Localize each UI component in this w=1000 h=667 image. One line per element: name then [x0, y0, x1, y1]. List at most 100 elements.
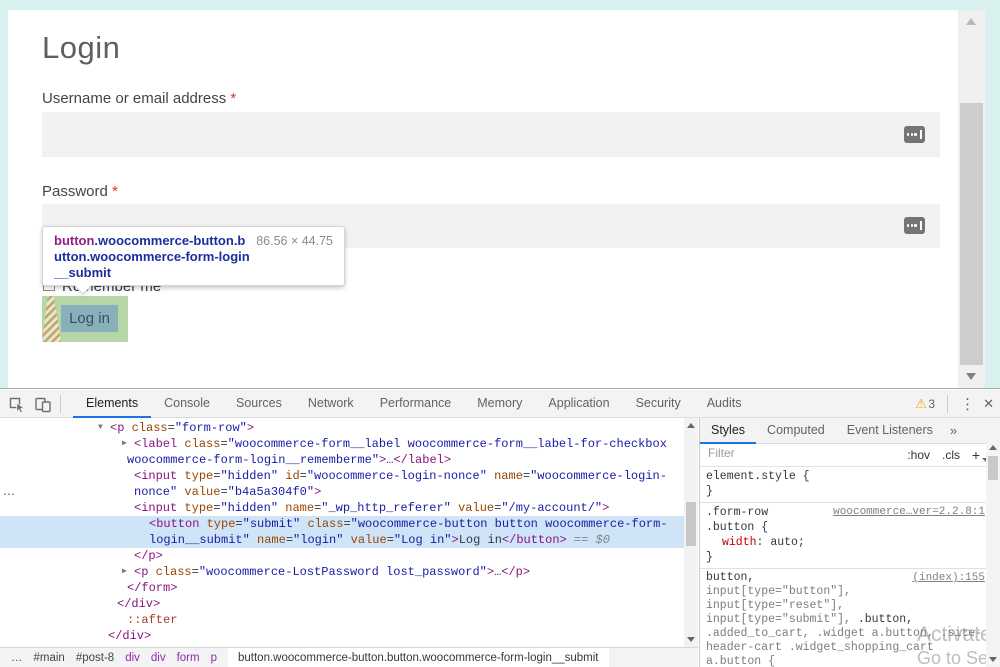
node-menu-ellipsis[interactable]: ⋯	[3, 487, 14, 503]
tab-application[interactable]: Application	[535, 390, 622, 418]
tab-audits[interactable]: Audits	[694, 390, 755, 418]
style-rule-line[interactable]: a.button {	[700, 655, 987, 667]
warning-badge[interactable]: ⚠ 3	[915, 395, 935, 413]
tab-computed[interactable]: Computed	[756, 418, 836, 444]
style-rule-line[interactable]: }	[700, 550, 987, 565]
tab-styles[interactable]: Styles	[700, 418, 756, 444]
tab-memory[interactable]: Memory	[464, 390, 535, 418]
dom-node-line[interactable]: </p>	[0, 548, 684, 564]
style-rule: element.style {}	[700, 467, 987, 503]
style-token: .button,	[851, 613, 913, 626]
tab-security[interactable]: Security	[623, 390, 694, 418]
scroll-up-icon[interactable]	[966, 18, 976, 25]
scroll-up-icon[interactable]	[989, 445, 997, 450]
disclosure-closed-icon[interactable]: ▶	[122, 436, 127, 452]
class-toggle[interactable]: .cls	[942, 448, 960, 462]
style-rule-line[interactable]: element.style {	[700, 469, 987, 484]
dom-node-line[interactable]: login__submit" name="login" value="Log i…	[0, 532, 684, 548]
code-token: </p>	[501, 565, 530, 579]
style-token: : auto;	[757, 536, 805, 549]
new-style-rule-button[interactable]: +	[972, 447, 980, 463]
elements-scrollbar[interactable]	[684, 418, 698, 647]
style-rule-line[interactable]: input[type="submit"], .button,	[700, 613, 987, 627]
scrollbar-thumb[interactable]	[988, 456, 998, 480]
scroll-down-icon[interactable]	[687, 637, 695, 642]
filter-input[interactable]	[708, 446, 858, 460]
tab-network[interactable]: Network	[295, 390, 367, 418]
style-token: input[type="reset"],	[706, 599, 844, 612]
password-manager-icon[interactable]	[904, 217, 925, 234]
dom-node-line[interactable]: </form>	[0, 580, 684, 596]
tab-elements[interactable]: Elements	[73, 390, 151, 418]
crumb-div[interactable]: div	[125, 652, 140, 664]
style-rule-line[interactable]: }	[700, 484, 987, 499]
style-rule-line[interactable]: button,(index):155	[700, 571, 987, 585]
divider	[60, 395, 61, 413]
crumb-[interactable]: …	[11, 652, 23, 664]
style-rule-line[interactable]: input[type="button"],	[700, 585, 987, 599]
username-input[interactable]	[42, 112, 940, 157]
dom-node-line[interactable]: ▶<label class="woocommerce-form__label w…	[0, 436, 684, 452]
tab-sources[interactable]: Sources	[223, 390, 295, 418]
style-rule-line[interactable]: .added_to_cart, .widget a.button, .site-	[700, 627, 987, 641]
style-token: header-cart .widget_shopping_cart	[706, 641, 934, 654]
code-token: <button	[149, 517, 207, 531]
dom-node-line[interactable]: woocommerce-form-login__rememberme">…</l…	[0, 452, 684, 468]
code-token: "woocommerce-login-	[530, 469, 667, 483]
disclosure-open-icon[interactable]: ▼	[98, 420, 103, 436]
close-devtools-icon[interactable]: ✕	[983, 396, 994, 412]
style-token: .added_to_cart, .widget a.button, .site-	[706, 627, 982, 640]
styles-scrollbar[interactable]	[986, 441, 1000, 667]
style-rule-line[interactable]: header-cart .widget_shopping_cart	[700, 641, 987, 655]
tab-performance[interactable]: Performance	[367, 390, 465, 418]
password-manager-icon[interactable]	[904, 126, 925, 143]
tab-console[interactable]: Console	[151, 390, 223, 418]
pseudo-state-toggle[interactable]: :hov	[907, 448, 930, 462]
style-rule-line[interactable]: .form-rowwoocommerce…ver=2.2.8:1	[700, 505, 987, 520]
dom-node-line[interactable]: <input type="hidden" id="woocommerce-log…	[0, 468, 684, 484]
tab-event-listeners[interactable]: Event Listeners	[836, 418, 944, 444]
code-token: <label	[134, 437, 184, 451]
stylesheet-link[interactable]: woocommerce…ver=2.2.8:1	[833, 505, 985, 520]
dom-node-line[interactable]: <button type="submit" class="woocommerce…	[0, 516, 684, 532]
page-scrollbar[interactable]	[958, 10, 985, 388]
crumb-p[interactable]: p	[211, 652, 217, 664]
dom-node-line[interactable]: </div>	[0, 596, 684, 612]
dom-node-line[interactable]: <input type="hidden" name="_wp_http_refe…	[0, 500, 684, 516]
disclosure-closed-icon[interactable]: ▶	[122, 564, 127, 580]
dom-node-line[interactable]: ::after	[0, 612, 684, 628]
scroll-down-icon[interactable]	[989, 657, 997, 662]
scrollbar-thumb[interactable]	[686, 502, 696, 546]
crumb-#main[interactable]: #main	[34, 652, 65, 664]
code-token: </form>	[127, 581, 177, 595]
device-toolbar-icon[interactable]	[30, 391, 56, 417]
style-rule-line[interactable]: input[type="reset"],	[700, 599, 987, 613]
stylesheet-link[interactable]: (index):155	[912, 571, 985, 585]
scrollbar-thumb[interactable]	[960, 103, 983, 365]
scroll-up-icon[interactable]	[687, 423, 695, 428]
scroll-down-icon[interactable]	[966, 373, 976, 380]
dom-node-line[interactable]: nonce" value="b4a5a304f0">	[0, 484, 684, 500]
dom-node-line[interactable]: </div>	[0, 628, 684, 644]
style-rule: .form-rowwoocommerce…ver=2.2.8:1.button …	[700, 503, 987, 569]
crumb-form[interactable]: form	[177, 652, 200, 664]
dom-node-line[interactable]: ▶<p class="woocommerce-LostPassword lost…	[0, 564, 684, 580]
login-button[interactable]: Log in	[61, 305, 118, 332]
code-token	[343, 533, 350, 547]
code-token: =	[220, 485, 227, 499]
crumb-selected[interactable]: button.woocommerce-button.button.woocomm…	[228, 648, 609, 667]
crumb-#post8[interactable]: #post-8	[76, 652, 114, 664]
kebab-menu-icon[interactable]: ⋮	[960, 395, 975, 413]
code-token: class	[307, 517, 343, 531]
style-rule-line[interactable]: width: auto;	[700, 535, 987, 550]
more-tabs-icon[interactable]: »	[944, 423, 963, 438]
dom-node-line[interactable]: ▼<p class="form-row">	[0, 420, 684, 436]
devtools-tabs: ElementsConsoleSourcesNetworkPerformance…	[73, 390, 754, 418]
inspect-element-icon[interactable]	[4, 391, 30, 417]
inspect-tooltip: button.woocommerce-button.b utton.woocom…	[42, 226, 345, 286]
styles-filter-row: :hov .cls +	[700, 444, 1000, 467]
style-rule-line[interactable]: .button {	[700, 520, 987, 535]
style-token: a.button {	[706, 655, 775, 667]
crumb-div[interactable]: div	[151, 652, 166, 664]
code-token: =	[286, 533, 293, 547]
